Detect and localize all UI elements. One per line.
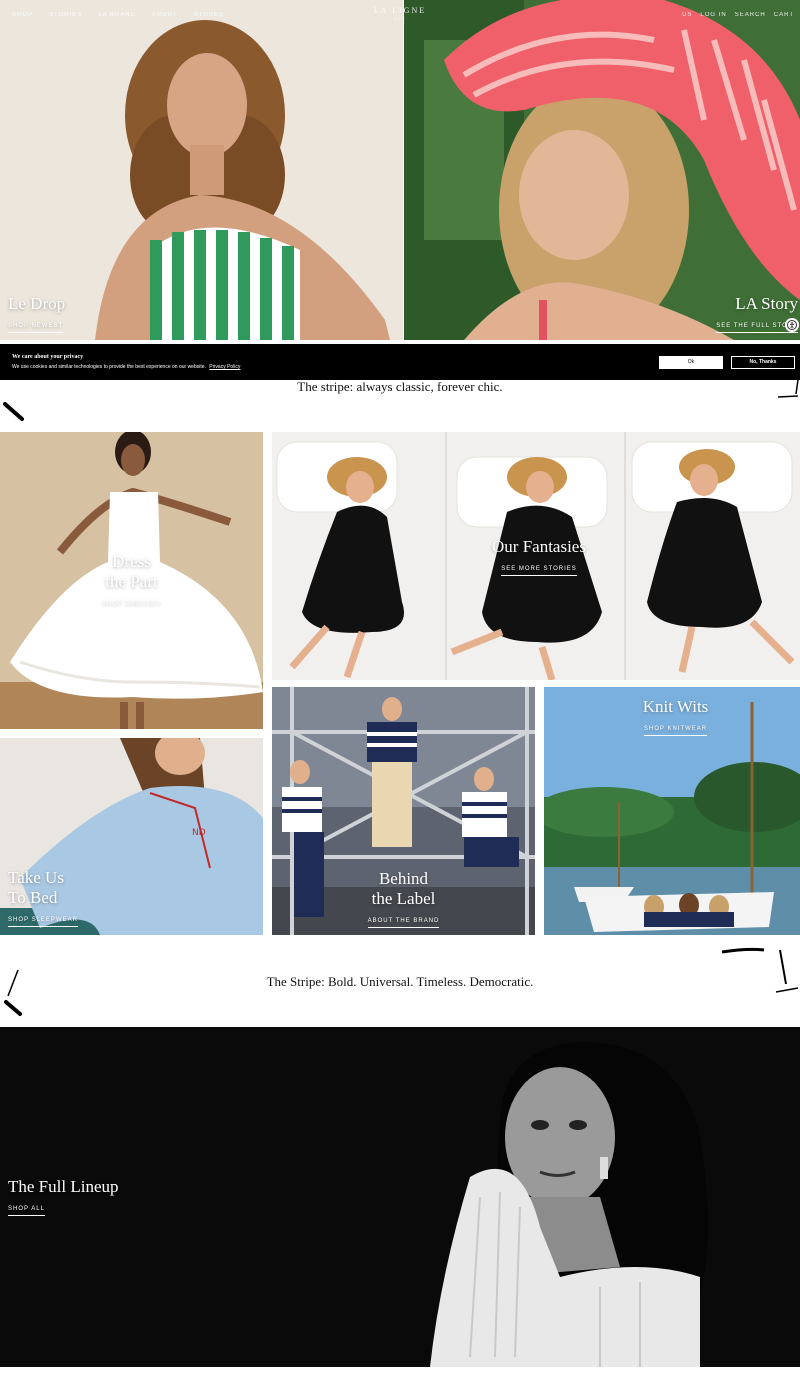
dress-caption: Dress the Part SHOP DRESSES: [0, 552, 263, 611]
lineup-image: [0, 1027, 800, 1367]
hero-right-title: LA Story: [735, 294, 798, 313]
nav-item-cart[interactable]: CART: [774, 12, 794, 18]
privacy-policy-link[interactable]: Privacy Policy: [209, 364, 240, 370]
nav-item-search[interactable]: SEARCH: [735, 12, 766, 18]
shop-all-link[interactable]: SHOP ALL: [8, 1206, 45, 1216]
brush-stroke-icon: [721, 947, 799, 993]
cookie-body-text: We use cookies and similar technologies …: [12, 364, 206, 370]
tile-our-fantasies[interactable]: Our Fantasies SEE MORE STORIES: [272, 432, 800, 680]
behind-title: Behind the Label: [371, 869, 436, 908]
cookie-no-thanks-button[interactable]: No, Thanks: [731, 356, 795, 369]
brand-logo-subtext: NYC: [394, 16, 406, 21]
cookie-body: We use cookies and similar technologies …: [12, 364, 240, 370]
nav-right-menu: US LOG IN SEARCH CART: [682, 12, 794, 18]
hero-tile-le-drop[interactable]: Le Drop SHOP NEWEST: [0, 0, 403, 340]
shop-dresses-link[interactable]: SHOP DRESSES: [101, 601, 162, 611]
accessibility-button[interactable]: [785, 318, 799, 332]
tile-behind-the-label[interactable]: Behind the Label ABOUT THE BRAND: [272, 687, 535, 935]
knit-title: Knit Wits: [642, 697, 709, 716]
hero-left-title: Le Drop: [8, 294, 66, 313]
behind-caption: Behind the Label ABOUT THE BRAND: [272, 869, 535, 928]
top-navigation: SHOP STORIES LA BRAND ABOUT STORES LA LI…: [0, 0, 800, 30]
shop-sleepwear-link[interactable]: SHOP SLEEPWEAR: [8, 917, 78, 927]
hero-left-caption: Le Drop SHOP NEWEST: [8, 294, 65, 333]
brand-logo[interactable]: LA LIGNE NYC: [0, 6, 800, 21]
tagline-stripe-classic: The stripe: always classic, forever chic…: [297, 379, 503, 394]
shop-newest-link[interactable]: SHOP NEWEST: [8, 323, 64, 333]
brush-stroke-icon: [777, 379, 799, 398]
tile-knit-wits[interactable]: Knit Wits SHOP KNITWEAR: [544, 687, 800, 935]
shop-knitwear-link[interactable]: SHOP KNITWEAR: [643, 726, 708, 736]
brand-logo-text: LA LIGNE: [373, 6, 427, 15]
cookie-ok-button[interactable]: Ok: [659, 356, 723, 369]
tile-dress-the-part[interactable]: Dress the Part SHOP DRESSES: [0, 432, 263, 729]
nav-item-us[interactable]: US: [682, 12, 692, 18]
fantasies-title: Our Fantasies: [492, 537, 586, 556]
accessibility-icon: [787, 320, 797, 330]
tile-take-us-to-bed[interactable]: ND Take Us To Bed SHOP SLEEPWEAR: [0, 738, 263, 935]
bed-title: Take Us To Bed: [8, 868, 64, 907]
see-more-stories-link[interactable]: SEE MORE STORIES: [501, 566, 577, 576]
bed-caption: Take Us To Bed SHOP SLEEPWEAR: [8, 868, 78, 927]
tagline-stripe-bold: The Stripe: Bold. Universal. Timeless. D…: [266, 974, 534, 989]
about-the-brand-link[interactable]: ABOUT THE BRAND: [367, 918, 440, 928]
lineup-caption: The Full Lineup SHOP ALL: [8, 1177, 118, 1216]
svg-text:ND: ND: [192, 828, 206, 838]
brush-stroke-icon: [3, 402, 24, 421]
lineup-title: The Full Lineup: [8, 1177, 119, 1196]
hero-left-image: [0, 0, 403, 340]
fantasies-caption: Our Fantasies SEE MORE STORIES: [272, 537, 800, 576]
knit-caption: Knit Wits SHOP KNITWEAR: [544, 697, 800, 736]
hero-tile-la-story[interactable]: LA Story SEE THE FULL STORY: [404, 0, 800, 340]
dress-title: Dress the Part: [105, 552, 158, 591]
cookie-title: We care about your privacy: [12, 354, 84, 360]
cookie-consent-banner: We care about your privacy We use cookie…: [0, 344, 800, 380]
nav-item-log-in[interactable]: LOG IN: [700, 12, 726, 18]
brush-stroke-icon: [4, 969, 22, 1016]
tile-the-full-lineup[interactable]: The Full Lineup SHOP ALL: [0, 1027, 800, 1367]
hero-right-image: [404, 0, 800, 340]
